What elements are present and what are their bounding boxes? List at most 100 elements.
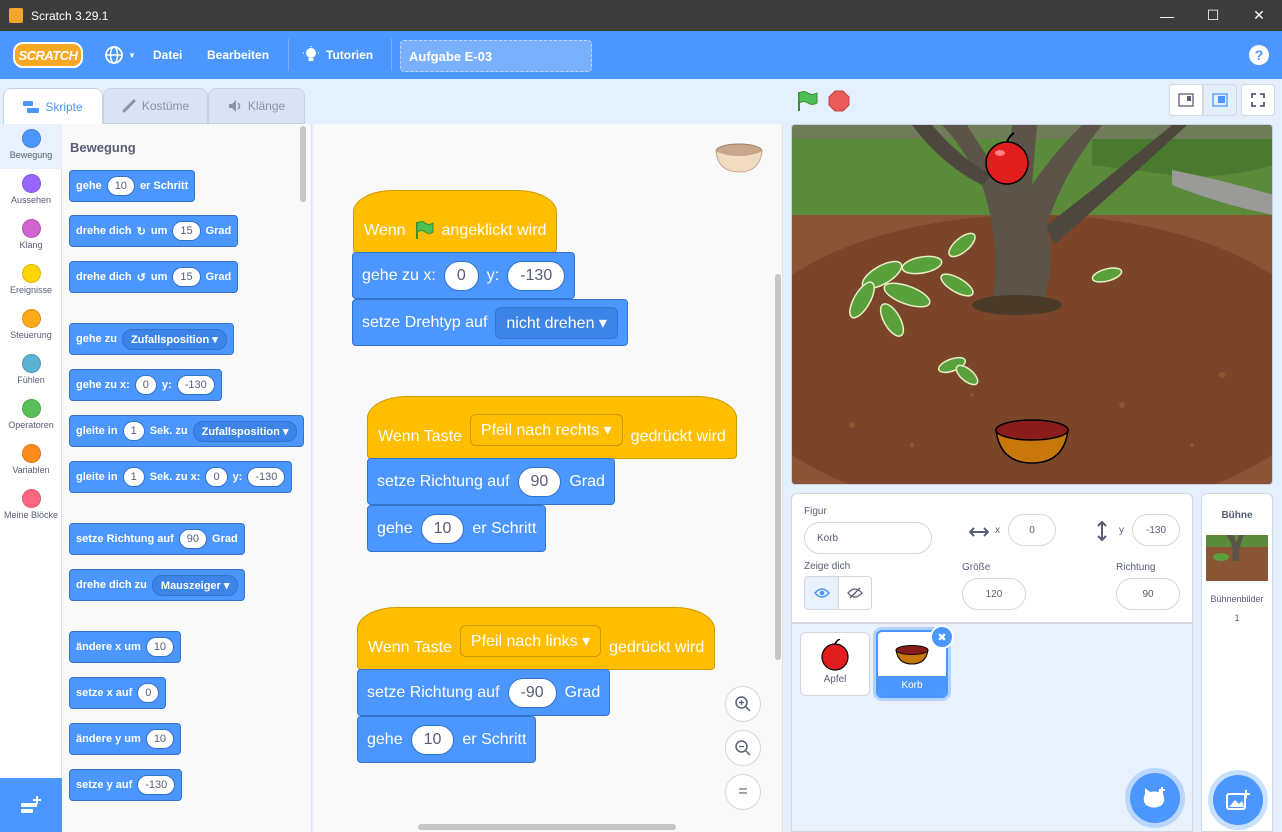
- choose-sprite-button[interactable]: [1130, 773, 1180, 823]
- tab-costumes-label: Kostüme: [141, 99, 190, 113]
- choose-backdrop-button[interactable]: [1213, 775, 1263, 825]
- stage[interactable]: [791, 124, 1273, 485]
- block-input[interactable]: -130: [176, 375, 215, 395]
- hat-green-flag[interactable]: Wenn angeklickt wird: [353, 190, 558, 253]
- block-set-x[interactable]: setze x auf 0: [69, 677, 167, 709]
- y-input[interactable]: -130: [1132, 514, 1180, 546]
- block-glide-xy[interactable]: gleite in 1 Sek. zu x: 0 y: -130: [69, 461, 293, 493]
- normal-stage-icon: [1212, 93, 1228, 107]
- block-dropdown[interactable]: Zufallsposition ▾: [192, 420, 298, 442]
- category-dot: [21, 264, 41, 283]
- tab-code[interactable]: Skripte: [3, 88, 103, 124]
- block-input[interactable]: 0: [205, 467, 228, 487]
- block-input[interactable]: 0: [137, 683, 160, 703]
- script-vscrollbar[interactable]: [775, 274, 781, 660]
- category-8[interactable]: Meine Blöcke: [0, 484, 62, 529]
- green-flag-button[interactable]: [796, 90, 818, 112]
- stage-panel[interactable]: Bühne Bühnenbilder 1: [1201, 493, 1273, 832]
- block-dropdown[interactable]: Pfeil nach links ▾: [459, 625, 602, 657]
- edit-menu[interactable]: Bearbeiten: [207, 31, 269, 79]
- script-area[interactable]: Wenn angeklickt wird gehe zu x: 0 y: -130 s…: [313, 124, 783, 832]
- block-point-towards[interactable]: drehe dich zu Mauszeiger ▾: [69, 569, 246, 601]
- stop-button[interactable]: [828, 90, 850, 112]
- maximize-icon[interactable]: ☐: [1190, 0, 1236, 31]
- script-hscrollbar[interactable]: [418, 824, 676, 830]
- tab-costumes[interactable]: Kostüme: [103, 88, 208, 124]
- tab-sounds[interactable]: Klänge: [208, 88, 305, 124]
- block-input[interactable]: 0: [134, 375, 157, 395]
- file-menu[interactable]: Datei: [153, 31, 182, 79]
- project-title-input[interactable]: Aufgabe E-03: [400, 40, 592, 72]
- fullscreen-button[interactable]: [1241, 84, 1275, 116]
- size-input[interactable]: 120: [962, 578, 1026, 610]
- direction-input[interactable]: 90: [1116, 578, 1180, 610]
- close-icon[interactable]: ✕: [1236, 0, 1282, 31]
- category-0[interactable]: Bewegung: [0, 124, 62, 169]
- zoom-out-button[interactable]: [725, 730, 761, 766]
- block-input[interactable]: 15: [172, 267, 201, 287]
- block-glide[interactable]: gleite in 1 Sek. zu Zufallsposition ▾: [69, 415, 305, 447]
- block-input[interactable]: 10: [145, 637, 175, 657]
- rotate-right-icon: ↻: [136, 225, 146, 238]
- block-input[interactable]: 1: [122, 467, 145, 487]
- block-goto-xy[interactable]: gehe zu x: 0 y: -130: [352, 252, 576, 299]
- category-3[interactable]: Ereignisse: [0, 259, 62, 304]
- block-input[interactable]: 15: [172, 221, 201, 241]
- category-7[interactable]: Variablen: [0, 439, 62, 484]
- block-dropdown[interactable]: Pfeil nach rechts ▾: [469, 414, 623, 446]
- normal-stage-button[interactable]: [1203, 84, 1237, 116]
- block-input[interactable]: 1: [122, 421, 145, 441]
- block-input[interactable]: 10: [106, 176, 135, 196]
- block-move-steps[interactable]: gehe 10 er Schritt: [367, 505, 547, 552]
- block-input[interactable]: 10: [410, 724, 455, 755]
- block-set-y[interactable]: setze y auf -130: [69, 769, 183, 801]
- block-point-direction[interactable]: setze Richtung auf 90 Grad: [367, 458, 615, 505]
- category-5[interactable]: Fühlen: [0, 349, 62, 394]
- block-dropdown[interactable]: Zufallsposition ▾: [121, 328, 227, 350]
- block-point-direction[interactable]: setze Richtung auf -90 Grad: [357, 669, 611, 716]
- block-goto-xy[interactable]: gehe zu x: 0 y: -130: [69, 369, 222, 401]
- zoom-reset-button[interactable]: =: [725, 774, 761, 810]
- block-change-y[interactable]: ändere y um 10: [69, 723, 182, 755]
- delete-sprite-button[interactable]: ✖: [930, 625, 954, 649]
- sprite-tile-apple[interactable]: Apfel: [800, 632, 870, 696]
- small-stage-button[interactable]: [1169, 84, 1203, 116]
- category-6[interactable]: Operatoren: [0, 394, 62, 439]
- category-1[interactable]: Aussehen: [0, 169, 62, 214]
- block-rotation-style[interactable]: setze Drehtyp auf nicht drehen ▾: [352, 299, 628, 346]
- block-turn-right[interactable]: drehe dich ↻ um 15 Grad: [69, 215, 239, 247]
- block-dropdown[interactable]: nicht drehen ▾: [495, 306, 618, 339]
- block-move-steps[interactable]: gehe 10 er Schritt: [69, 170, 196, 202]
- add-extension-button[interactable]: [0, 778, 62, 832]
- sprite-name-input[interactable]: Korb: [804, 522, 932, 554]
- hat-key-pressed[interactable]: Wenn Taste Pfeil nach links ▾ gedrückt wir…: [357, 607, 716, 670]
- hide-button[interactable]: [838, 576, 872, 610]
- scratch-logo[interactable]: SCRATCH: [13, 42, 83, 68]
- help-icon[interactable]: ?: [1249, 45, 1269, 65]
- block-move-steps[interactable]: gehe 10 er Schritt: [357, 716, 537, 763]
- block-input[interactable]: 90: [178, 529, 208, 549]
- block-change-x[interactable]: ändere x um 10: [69, 631, 182, 663]
- language-menu[interactable]: ▼: [104, 31, 136, 79]
- block-dropdown[interactable]: Mauszeiger ▾: [151, 574, 239, 596]
- block-input[interactable]: -130: [137, 775, 176, 795]
- block-point-direction[interactable]: setze Richtung auf 90 Grad: [69, 523, 245, 555]
- block-input[interactable]: 10: [420, 513, 465, 544]
- block-input[interactable]: -130: [507, 260, 566, 291]
- zoom-in-button[interactable]: [725, 686, 761, 722]
- block-input[interactable]: 10: [145, 729, 175, 749]
- tutorials-menu[interactable]: Tutorien: [303, 31, 373, 79]
- category-2[interactable]: Klang: [0, 214, 62, 259]
- category-4[interactable]: Steuerung: [0, 304, 62, 349]
- block-goto[interactable]: gehe zu Zufallsposition ▾: [69, 323, 234, 355]
- hat-key-pressed[interactable]: Wenn Taste Pfeil nach rechts ▾ gedrückt wi…: [367, 396, 737, 459]
- palette-scrollbar[interactable]: [300, 126, 306, 202]
- x-input[interactable]: 0: [1008, 514, 1056, 546]
- block-turn-left[interactable]: drehe dich ↺ um 15 Grad: [69, 261, 239, 293]
- minimize-icon[interactable]: —: [1144, 0, 1190, 31]
- block-input[interactable]: -130: [247, 467, 286, 487]
- block-input[interactable]: 90: [517, 466, 562, 497]
- show-button[interactable]: [804, 576, 839, 610]
- block-input[interactable]: -90: [507, 677, 557, 708]
- block-input[interactable]: 0: [443, 260, 479, 291]
